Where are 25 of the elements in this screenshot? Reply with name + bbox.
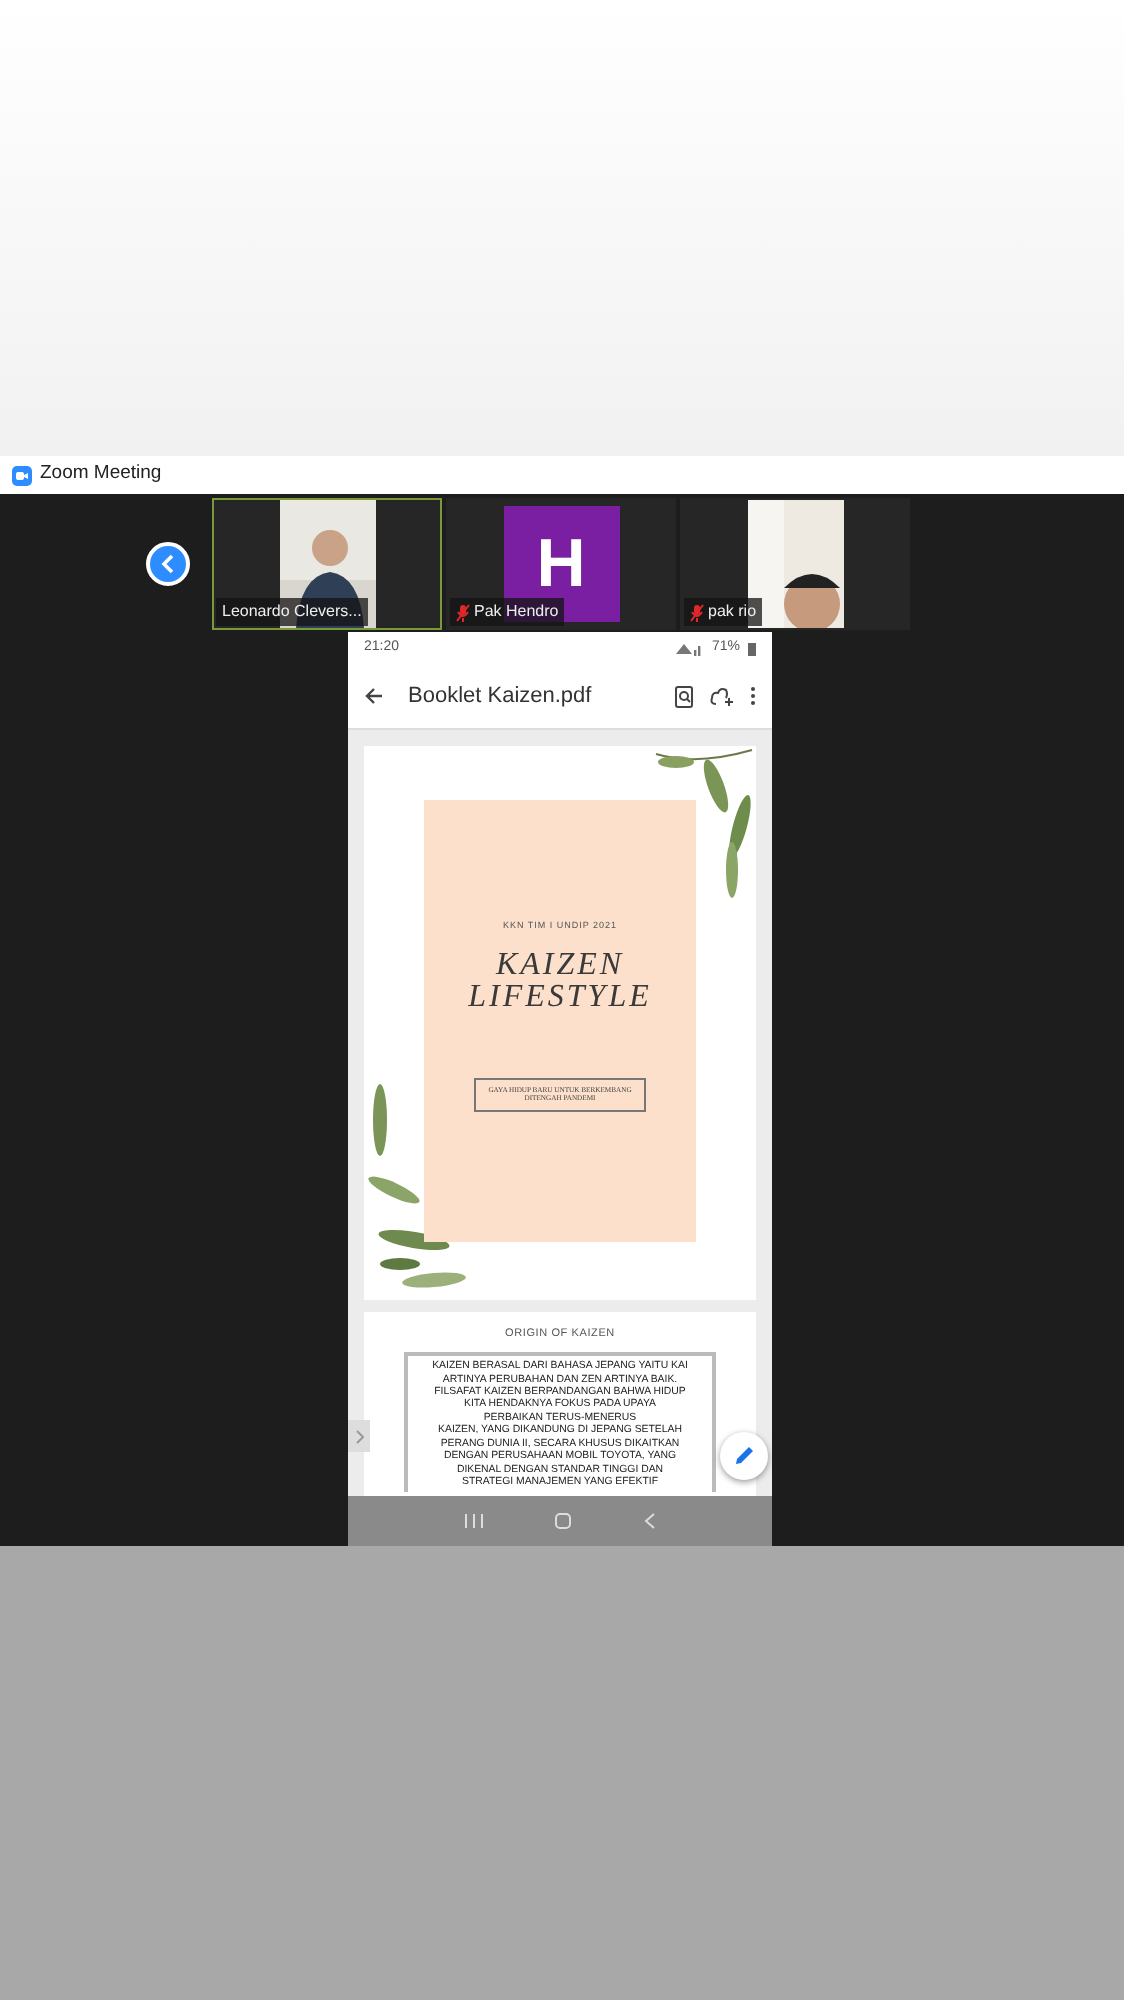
back-button[interactable] — [364, 686, 384, 706]
recent-apps-icon[interactable] — [463, 1512, 484, 1530]
back-icon[interactable] — [644, 1512, 657, 1530]
search-button[interactable] — [674, 685, 694, 707]
more-vertical-icon — [750, 686, 756, 706]
signal-icon — [675, 641, 704, 655]
document-title: Booklet Kaizen.pdf — [408, 681, 594, 712]
cloud-plus-icon — [710, 686, 734, 706]
battery-icon — [748, 641, 756, 655]
home-icon[interactable] — [554, 1512, 573, 1530]
search-document-icon — [674, 685, 694, 707]
participant-name: Leonardo Clevers... — [222, 600, 362, 624]
pencil-icon — [732, 1444, 756, 1468]
back-arrow-icon — [364, 686, 384, 706]
more-options-button[interactable] — [750, 686, 756, 706]
video-camera-icon — [12, 465, 32, 485]
participant-name: pak rio — [708, 600, 757, 624]
participant-name: Pak Hendro — [474, 600, 559, 624]
chevron-left-icon — [160, 554, 176, 574]
chevron-right-icon — [355, 1429, 363, 1443]
edit-button[interactable] — [720, 1432, 768, 1480]
add-to-drive-button[interactable] — [710, 686, 734, 706]
cover-title: KAIZEN LIFESTYLE — [468, 949, 652, 1014]
window-title: Zoom Meeting — [40, 460, 162, 489]
side-handle[interactable] — [348, 1420, 370, 1452]
